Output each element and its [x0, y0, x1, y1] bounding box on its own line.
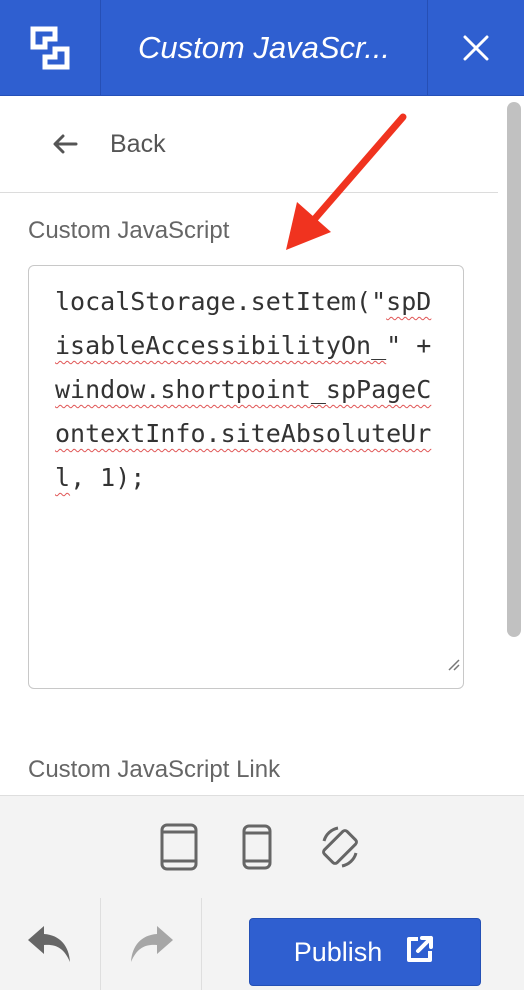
redo-button[interactable]: [101, 898, 202, 990]
redo-icon: [131, 926, 173, 962]
device-preview-bar: [0, 795, 524, 899]
settings-panel: Back Custom JavaScript localStorage.setI…: [0, 96, 498, 796]
editor-header: Custom JavaScr...: [0, 0, 524, 96]
resize-handle-icon[interactable]: [446, 641, 460, 685]
panel-title-text: Custom JavaScr...: [137, 29, 391, 65]
custom-javascript-link-label: Custom JavaScript Link: [28, 756, 281, 783]
undo-button[interactable]: [0, 898, 101, 990]
code-part: , 1);: [70, 463, 146, 492]
shortpoint-logo-icon[interactable]: [0, 0, 101, 95]
publish-button[interactable]: Publish: [249, 918, 481, 986]
back-label: Back: [110, 129, 166, 158]
rotate-device-icon[interactable]: [316, 823, 364, 871]
scrollbar-thumb[interactable]: [507, 102, 521, 637]
close-icon: [463, 35, 489, 60]
custom-javascript-editor[interactable]: localStorage.setItem("spDisableAccessibi…: [28, 265, 464, 689]
editor-footer: Publish: [0, 898, 524, 990]
panel-title: Custom JavaScr...: [101, 0, 427, 95]
arrow-left-icon: [52, 134, 78, 154]
custom-javascript-label: Custom JavaScript: [28, 217, 230, 244]
external-link-icon: [404, 933, 436, 972]
code-part: localStorage.setItem(": [55, 287, 387, 316]
publish-label: Publish: [293, 936, 383, 967]
phone-icon[interactable]: [242, 824, 272, 870]
close-button[interactable]: [427, 0, 524, 95]
tablet-icon[interactable]: [160, 823, 198, 871]
code-part: " +: [386, 331, 447, 360]
undo-icon: [28, 926, 70, 962]
back-button[interactable]: Back: [0, 96, 498, 193]
